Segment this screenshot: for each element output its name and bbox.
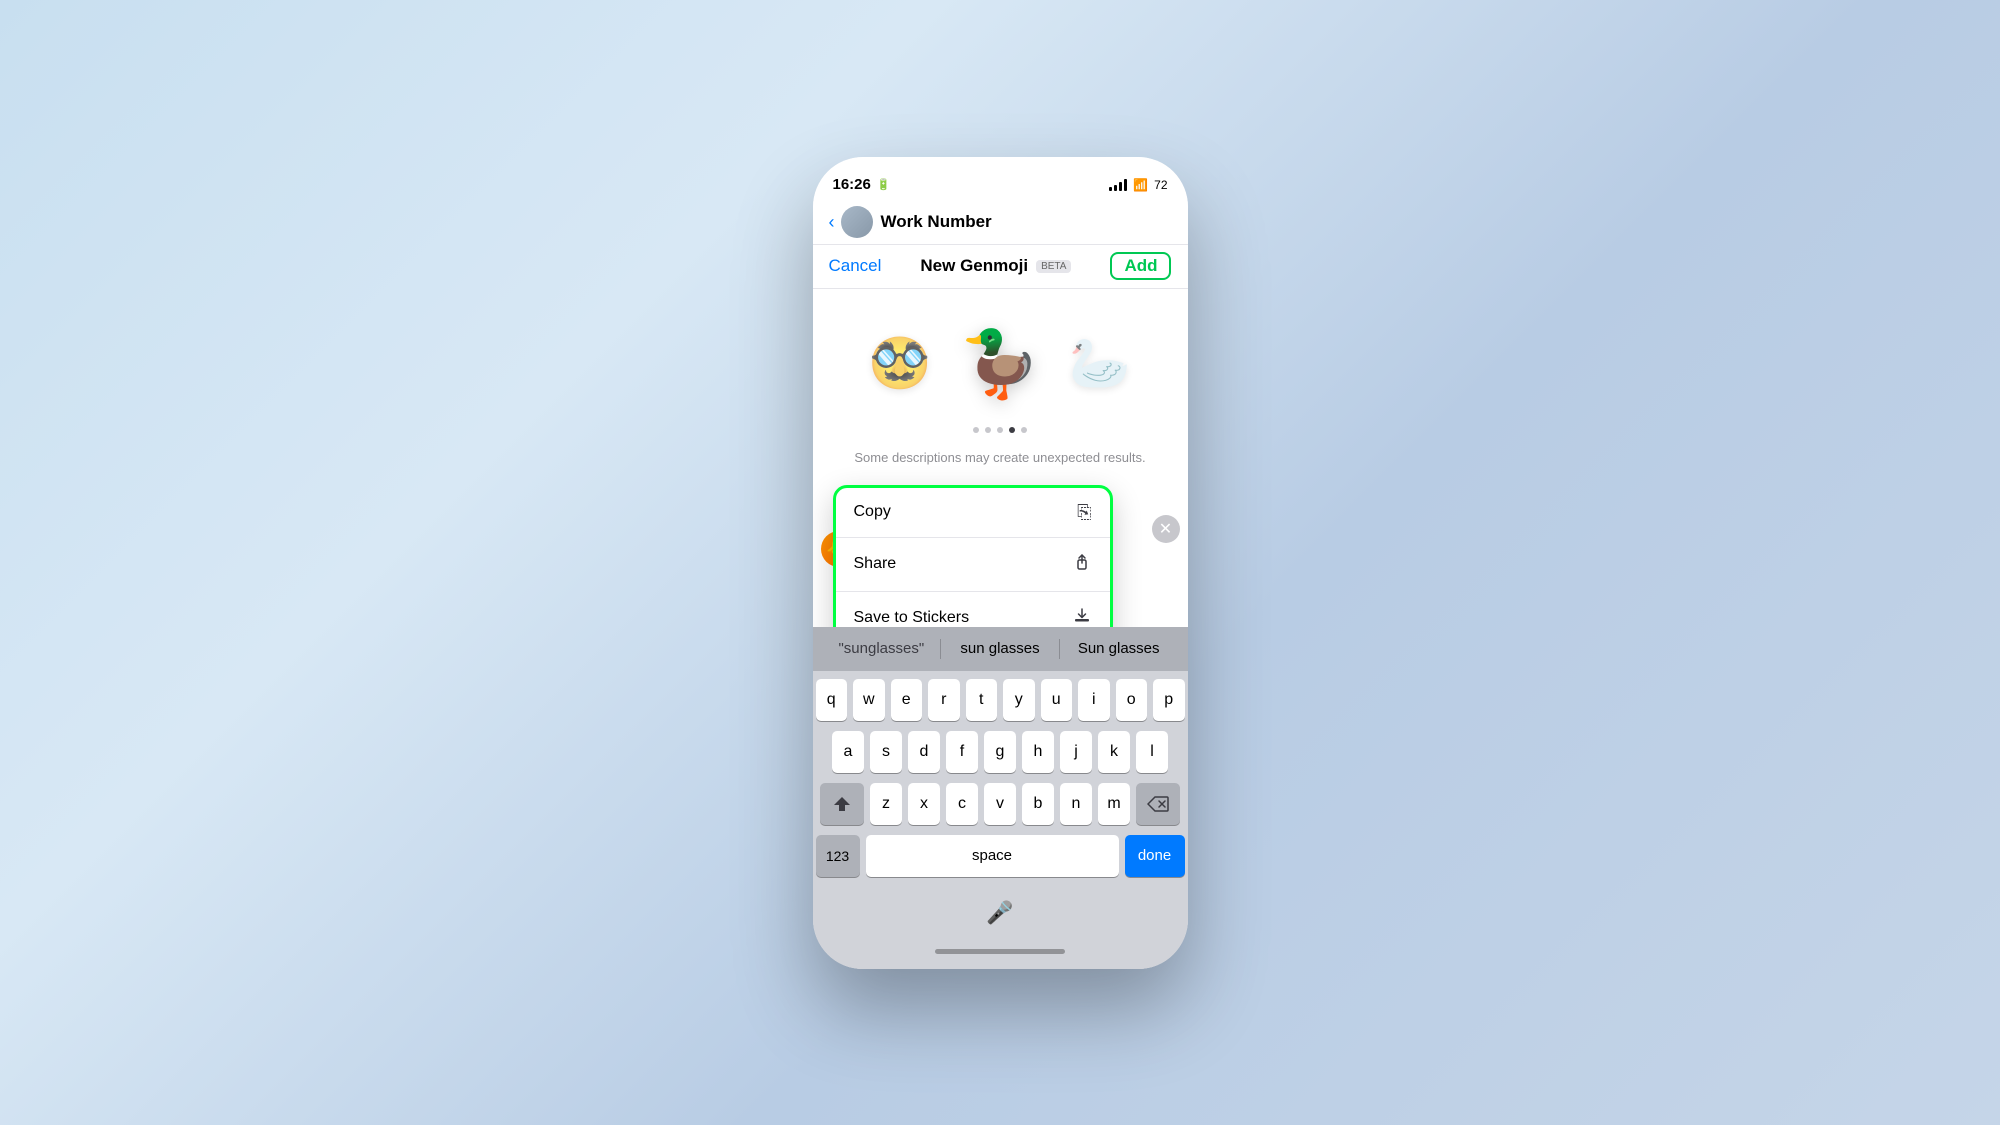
save-stickers-menu-item[interactable]: Save to Stickers	[836, 592, 1110, 627]
space-key[interactable]: space	[866, 835, 1119, 877]
key-e[interactable]: e	[891, 679, 923, 721]
contact-bar: ‹ Work Number	[813, 201, 1188, 245]
contact-avatar	[841, 206, 873, 238]
key-q[interactable]: q	[816, 679, 848, 721]
battery-level: 72	[1154, 178, 1167, 192]
key-row-3: z x c v b n m	[816, 783, 1185, 825]
copy-icon: ⎘	[1077, 502, 1091, 523]
home-indicator[interactable]	[935, 949, 1065, 954]
bottom-bar	[813, 935, 1188, 969]
key-i[interactable]: i	[1078, 679, 1110, 721]
status-time: 16:26 🔋	[833, 176, 891, 193]
prediction-item-1[interactable]: "sunglasses"	[823, 632, 941, 665]
signal-icon	[1109, 179, 1127, 191]
shift-key[interactable]	[820, 783, 864, 825]
prediction-item-3[interactable]: Sun glasses	[1060, 632, 1178, 665]
charging-icon: 🔋	[877, 178, 891, 191]
time-text: 16:26	[833, 176, 871, 193]
status-icons: 📶 72	[1109, 178, 1167, 192]
pagination-dots	[813, 427, 1188, 433]
page-title: New Genmoji	[920, 256, 1028, 276]
key-n[interactable]: n	[1060, 783, 1092, 825]
share-icon	[1072, 552, 1092, 577]
add-button[interactable]: Add	[1110, 252, 1171, 280]
done-key[interactable]: done	[1125, 835, 1185, 877]
dot-5[interactable]	[1021, 427, 1027, 433]
back-arrow-icon[interactable]: ‹	[829, 212, 835, 233]
key-g[interactable]: g	[984, 731, 1016, 773]
key-l[interactable]: l	[1136, 731, 1168, 773]
key-o[interactable]: o	[1116, 679, 1148, 721]
emoji-ghost-item[interactable]: 🥸	[865, 329, 935, 399]
key-j[interactable]: j	[1060, 731, 1092, 773]
copy-menu-item[interactable]: Copy ⎘	[836, 488, 1110, 538]
clear-button[interactable]: ✕	[1152, 515, 1180, 543]
disclaimer-text: Some descriptions may create unexpected …	[813, 441, 1188, 475]
key-p[interactable]: p	[1153, 679, 1185, 721]
bird-emoji: 🦢	[1069, 334, 1131, 393]
key-y[interactable]: y	[1003, 679, 1035, 721]
dot-2[interactable]	[985, 427, 991, 433]
key-w[interactable]: w	[853, 679, 885, 721]
share-label: Share	[854, 555, 897, 573]
key-a[interactable]: a	[832, 731, 864, 773]
cancel-button[interactable]: Cancel	[829, 256, 882, 276]
mic-row: 🎤	[813, 891, 1188, 935]
title-area: New Genmoji BETA	[920, 256, 1071, 276]
keyboard-rows: q w e r t y u i o p a s d f g h j k	[813, 671, 1188, 891]
emoji-duck-item[interactable]: 🦆	[955, 319, 1045, 409]
microphone-icon[interactable]: 🎤	[986, 900, 1013, 926]
duck-emoji: 🦆	[960, 326, 1041, 402]
prediction-item-2[interactable]: sun glasses	[941, 632, 1059, 665]
phone: 16:26 🔋 📶 72 ‹ Work Number Cancel New Ge…	[813, 157, 1188, 969]
keyboard-area: "sunglasses" sun glasses Sun glasses q w…	[813, 627, 1188, 969]
status-bar: 16:26 🔋 📶 72	[813, 157, 1188, 201]
key-v[interactable]: v	[984, 783, 1016, 825]
key-c[interactable]: c	[946, 783, 978, 825]
beta-badge: BETA	[1036, 260, 1071, 273]
num-key[interactable]: 123	[816, 835, 860, 877]
ghost-emoji: 🥸	[869, 334, 931, 393]
key-u[interactable]: u	[1041, 679, 1073, 721]
key-row-4: 123 space done	[816, 835, 1185, 877]
main-content: 🥸 🦆 🦢 Some descriptions may create unexp…	[813, 289, 1188, 627]
context-menu-area: Copy ⎘ Share Save to Stickers	[813, 475, 1188, 627]
save-stickers-icon	[1072, 606, 1092, 627]
predictive-bar: "sunglasses" sun glasses Sun glasses	[813, 627, 1188, 671]
key-f[interactable]: f	[946, 731, 978, 773]
copy-label: Copy	[854, 503, 891, 521]
delete-key[interactable]	[1136, 783, 1180, 825]
key-d[interactable]: d	[908, 731, 940, 773]
contact-name: Work Number	[881, 212, 992, 232]
emoji-bird-item[interactable]: 🦢	[1065, 329, 1135, 399]
dot-1[interactable]	[973, 427, 979, 433]
save-stickers-label: Save to Stickers	[854, 609, 970, 626]
dot-4[interactable]	[1009, 427, 1015, 433]
key-row-1: q w e r t y u i o p	[816, 679, 1185, 721]
key-b[interactable]: b	[1022, 783, 1054, 825]
key-x[interactable]: x	[908, 783, 940, 825]
nav-header: Cancel New Genmoji BETA Add	[813, 245, 1188, 289]
key-h[interactable]: h	[1022, 731, 1054, 773]
emoji-carousel: 🥸 🦆 🦢	[813, 289, 1188, 419]
key-t[interactable]: t	[966, 679, 998, 721]
key-r[interactable]: r	[928, 679, 960, 721]
key-s[interactable]: s	[870, 731, 902, 773]
clear-button-container: ✕	[1152, 515, 1180, 543]
key-m[interactable]: m	[1098, 783, 1130, 825]
key-z[interactable]: z	[870, 783, 902, 825]
key-row-2: a s d f g h j k l	[816, 731, 1185, 773]
share-menu-item[interactable]: Share	[836, 538, 1110, 592]
dot-3[interactable]	[997, 427, 1003, 433]
context-menu: Copy ⎘ Share Save to Stickers	[833, 485, 1113, 627]
key-k[interactable]: k	[1098, 731, 1130, 773]
wifi-icon: 📶	[1133, 178, 1148, 192]
